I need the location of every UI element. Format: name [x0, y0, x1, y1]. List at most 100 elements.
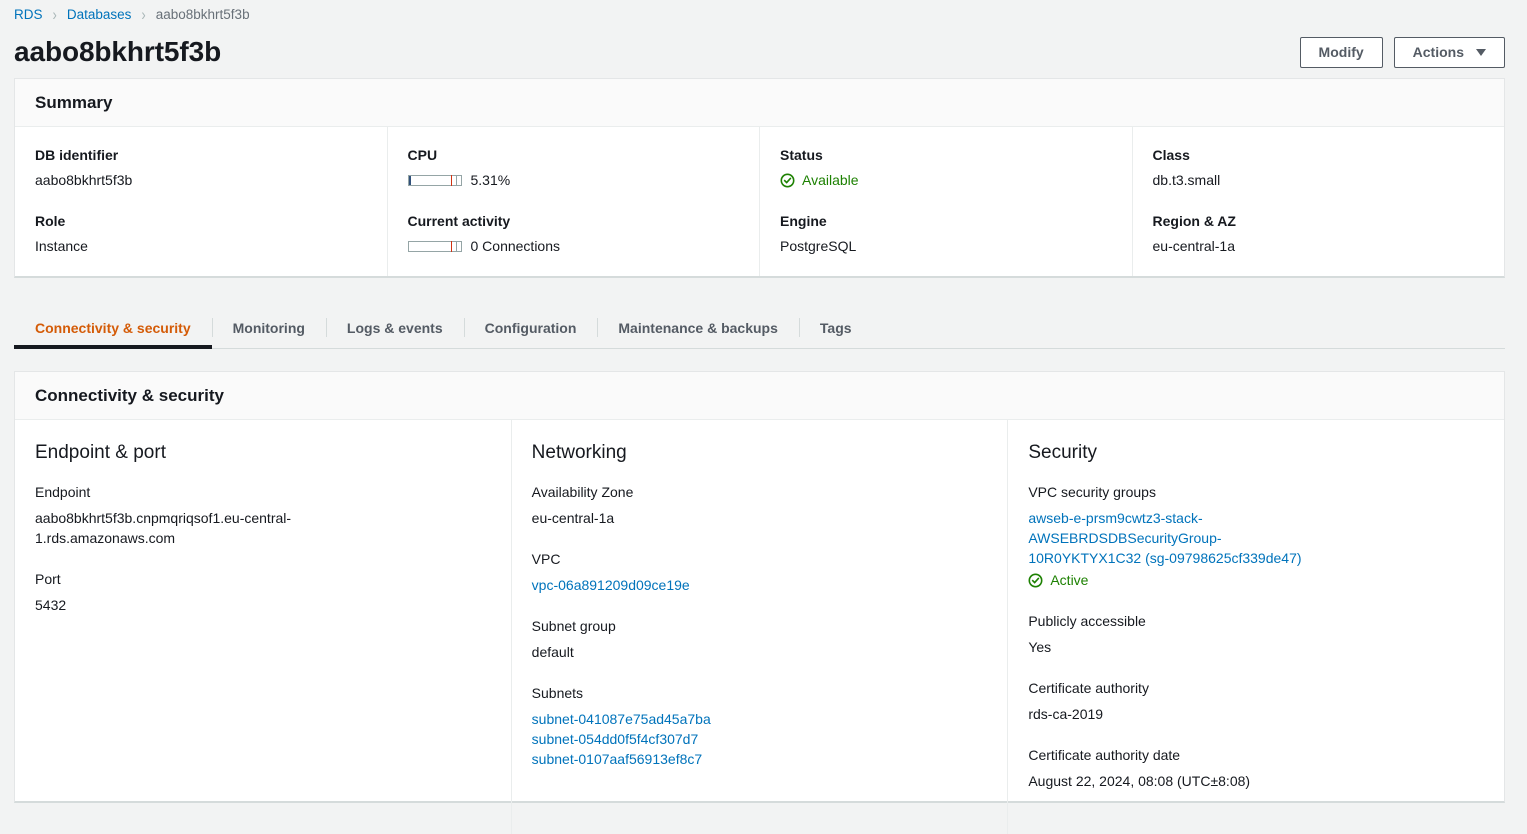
summary-field-class: Class db.t3.small: [1153, 147, 1485, 188]
chevron-right-icon: ›: [141, 5, 146, 24]
tab-tags[interactable]: Tags: [798, 309, 873, 348]
cpu-meter-threshold: [450, 174, 453, 186]
page-title: aabo8bkhrt5f3b: [14, 36, 222, 67]
summary-field-engine: Engine PostgreSQL: [780, 213, 1112, 254]
security-group-status-value: Active: [1050, 572, 1089, 588]
subnets-field: Subnets subnet-041087e75ad45a7ba subnet-…: [532, 685, 988, 769]
header-actions: Modify Actions: [1299, 36, 1505, 68]
role-label: Role: [35, 213, 66, 229]
subnet-group-value: default: [531, 644, 574, 660]
subnet-link[interactable]: subnet-0107aaf56913ef8c7: [532, 749, 832, 769]
security-group-status-badge: Active: [1028, 570, 1328, 590]
networking-heading: Networking: [531, 442, 627, 463]
tab-configuration[interactable]: Configuration: [463, 309, 598, 348]
connectivity-security-card: Connectivity & security Endpoint & port …: [14, 371, 1505, 834]
subnets-list: subnet-041087e75ad45a7ba subnet-054dd0f5…: [532, 709, 832, 769]
endpoint-field: Endpoint aabo8bkhrt5f3b.cnpmqriqsof1.eu-…: [35, 484, 491, 548]
port-value: 5432: [35, 597, 67, 613]
current-activity-value: 0 Connections: [470, 238, 561, 254]
availability-zone-field: Availability Zone eu-central-1a: [532, 484, 988, 528]
status-badge: Available: [780, 172, 1112, 188]
db-identifier-label: DB identifier: [35, 147, 119, 163]
current-activity-label: Current activity: [407, 213, 511, 229]
cpu-value: 5.31%: [470, 172, 511, 188]
engine-value: PostgreSQL: [780, 238, 857, 254]
vpc-security-groups-label: VPC security groups: [1028, 484, 1156, 500]
certificate-authority-label: Certificate authority: [1028, 680, 1149, 696]
actions-button-label: Actions: [1412, 43, 1464, 60]
certificate-authority-date-value: August 22, 2024, 08:08 (UTC±8:08): [1028, 773, 1251, 789]
summary-body: DB identifier aabo8bkhrt5f3b Role Instan…: [15, 127, 1504, 276]
vpc-label: VPC: [531, 551, 561, 567]
summary-title: Summary: [35, 93, 113, 112]
summary-column-status: Status Available Engine PostgreSQL: [759, 127, 1132, 276]
tab-connectivity-security[interactable]: Connectivity & security: [14, 309, 212, 349]
chevron-down-icon: [1476, 48, 1486, 56]
summary-field-region-az: Region & AZ eu-central-1a: [1153, 213, 1485, 254]
summary-field-db-identifier: DB identifier aabo8bkhrt5f3b: [35, 147, 367, 188]
security-heading: Security: [1028, 442, 1097, 463]
summary-column-identity: DB identifier aabo8bkhrt5f3b Role Instan…: [15, 127, 387, 276]
publicly-accessible-field: Publicly accessible Yes: [1028, 613, 1484, 657]
tab-monitoring[interactable]: Monitoring: [211, 309, 326, 348]
check-circle-icon: [1028, 573, 1043, 587]
publicly-accessible-label: Publicly accessible: [1028, 613, 1146, 629]
tab-maintenance-backups[interactable]: Maintenance & backups: [597, 309, 799, 348]
summary-field-role: Role Instance: [35, 213, 367, 254]
summary-field-cpu: CPU 5.31%: [407, 147, 740, 188]
vpc-security-groups-field: VPC security groups awseb-e-prsm9cwtz3-s…: [1028, 484, 1484, 590]
vpc-security-groups-value: awseb-e-prsm9cwtz3-stack-AWSEBRDSDBSecur…: [1028, 508, 1328, 590]
connectivity-title: Connectivity & security: [35, 386, 224, 405]
cpu-meter-fill: [408, 175, 411, 185]
endpoint-label: Endpoint: [35, 484, 91, 500]
page-header: aabo8bkhrt5f3b Modify Actions: [0, 26, 1527, 78]
availability-zone-label: Availability Zone: [531, 484, 634, 500]
endpoint-port-heading: Endpoint & port: [35, 442, 166, 463]
engine-label: Engine: [780, 213, 827, 229]
summary-field-status: Status Available: [780, 147, 1112, 188]
summary-card: Summary DB identifier aabo8bkhrt5f3b Rol…: [14, 78, 1505, 278]
breadcrumb-item-rds[interactable]: RDS: [14, 7, 43, 22]
cpu-meter: [407, 174, 462, 186]
security-group-link[interactable]: awseb-e-prsm9cwtz3-stack-AWSEBRDSDBSecur…: [1028, 508, 1328, 568]
certificate-authority-value: rds-ca-2019: [1028, 706, 1104, 722]
certificate-authority-field: Certificate authority rds-ca-2019: [1028, 680, 1484, 724]
subnet-link[interactable]: subnet-041087e75ad45a7ba: [532, 709, 832, 729]
port-field: Port 5432: [35, 571, 491, 615]
tab-bar: Connectivity & security Monitoring Logs …: [14, 309, 1505, 349]
current-activity-meter-cap: [456, 240, 462, 252]
cpu-meter-cap: [456, 174, 462, 186]
breadcrumb: RDS › Databases › aabo8bkhrt5f3b: [0, 0, 1527, 26]
summary-card-header: Summary: [15, 79, 1504, 127]
current-activity-meter: [407, 240, 462, 252]
publicly-accessible-value: Yes: [1028, 639, 1052, 655]
availability-zone-value: eu-central-1a: [531, 510, 615, 526]
endpoint-value: aabo8bkhrt5f3b.cnpmqriqsof1.eu-central-1…: [35, 510, 292, 546]
vpc-link[interactable]: vpc-06a891209d09ce19e: [532, 577, 690, 593]
status-label: Status: [780, 147, 823, 163]
subnet-link[interactable]: subnet-054dd0f5f4cf307d7: [532, 729, 832, 749]
endpoint-port-column: Endpoint & port Endpoint aabo8bkhrt5f3b.…: [15, 420, 511, 834]
vpc-field: VPC vpc-06a891209d09ce19e: [532, 551, 988, 595]
status-value: Available: [802, 172, 859, 188]
class-label: Class: [1152, 147, 1190, 163]
connectivity-card-header: Connectivity & security: [15, 372, 1504, 420]
actions-button[interactable]: Actions: [1393, 36, 1505, 68]
region-az-value: eu-central-1a: [1152, 238, 1236, 254]
db-identifier-value: aabo8bkhrt5f3b: [35, 172, 133, 188]
networking-column: Networking Availability Zone eu-central-…: [510, 420, 1008, 834]
subnet-group-field: Subnet group default: [532, 618, 988, 662]
class-value: db.t3.small: [1152, 172, 1221, 188]
connectivity-body: Endpoint & port Endpoint aabo8bkhrt5f3b.…: [15, 420, 1504, 834]
chevron-right-icon: ›: [52, 5, 57, 24]
security-column: Security VPC security groups awseb-e-prs…: [1007, 420, 1504, 834]
summary-column-class: Class db.t3.small Region & AZ eu-central…: [1131, 127, 1505, 276]
port-label: Port: [35, 571, 61, 587]
summary-column-metrics: CPU 5.31% Current activity 0 Connections: [386, 127, 760, 276]
breadcrumb-item-databases[interactable]: Databases: [67, 7, 132, 22]
summary-field-current-activity: Current activity 0 Connections: [407, 213, 740, 254]
current-activity-meter-threshold: [450, 240, 453, 252]
region-az-label: Region & AZ: [1152, 213, 1236, 229]
modify-button[interactable]: Modify: [1299, 36, 1383, 68]
tab-logs-events[interactable]: Logs & events: [325, 309, 464, 348]
